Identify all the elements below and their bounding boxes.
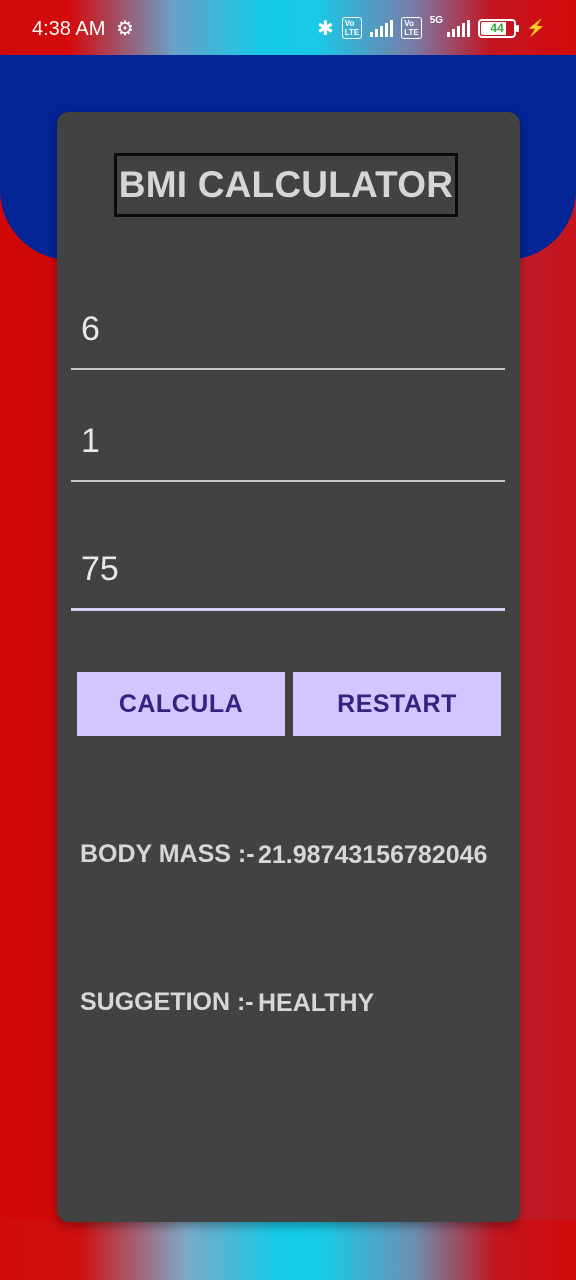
- bottom-gradient-band: [0, 1220, 576, 1280]
- volte-icon-2: Vo LTE: [401, 17, 422, 39]
- weight-underline: [71, 608, 505, 611]
- bluetooth-icon: ✱: [316, 17, 334, 40]
- battery-level: 44: [488, 20, 506, 35]
- volte-icon: Vo LTE: [341, 17, 363, 39]
- battery-icon: 44: [478, 18, 520, 38]
- suggestion-label: SUGGETION :-: [80, 988, 254, 1016]
- calculate-button[interactable]: CALCULA: [77, 672, 285, 736]
- inches-underline: [71, 480, 505, 482]
- status-bar: 4:38 AM ⚙ ✱ Vo LTE Vo LTE 5G 44 ⚡: [0, 0, 576, 56]
- signal-icon: [370, 19, 394, 37]
- body-mass-label: BODY MASS :-: [80, 840, 255, 868]
- 5g-label: 5G: [429, 15, 444, 26]
- restart-button[interactable]: RESTART: [293, 672, 501, 736]
- 5g-signal-icon: [447, 19, 471, 37]
- page-title: BMI CALCULATOR: [118, 164, 454, 205]
- inches-input[interactable]: 1: [71, 414, 505, 484]
- inches-value[interactable]: 1: [81, 422, 100, 461]
- charging-icon: ⚡: [526, 20, 546, 37]
- status-time: 4:38 AM: [32, 18, 106, 40]
- body-mass-result: BODY MASS :- 21.98743156782046: [80, 840, 510, 902]
- suggestion-value: HEALTHY: [258, 989, 375, 1017]
- feet-underline: [71, 368, 505, 370]
- suggestion-result: SUGGETION :- HEALTHY: [80, 988, 510, 1022]
- weight-input[interactable]: 75: [71, 542, 505, 612]
- weight-value[interactable]: 75: [81, 550, 119, 589]
- settings-gear-icon: ⚙: [116, 18, 134, 40]
- calculator-card: BMI CALCULATOR 6 1 75 CALCULA RESTART BO…: [57, 112, 520, 1222]
- feet-input[interactable]: 6: [71, 302, 505, 372]
- body-mass-value: 21.98743156782046: [258, 841, 488, 869]
- title-box: BMI CALCULATOR: [114, 153, 458, 217]
- status-icons: ✱ Vo LTE Vo LTE 5G 44 ⚡: [317, 15, 546, 41]
- feet-value[interactable]: 6: [81, 310, 100, 349]
